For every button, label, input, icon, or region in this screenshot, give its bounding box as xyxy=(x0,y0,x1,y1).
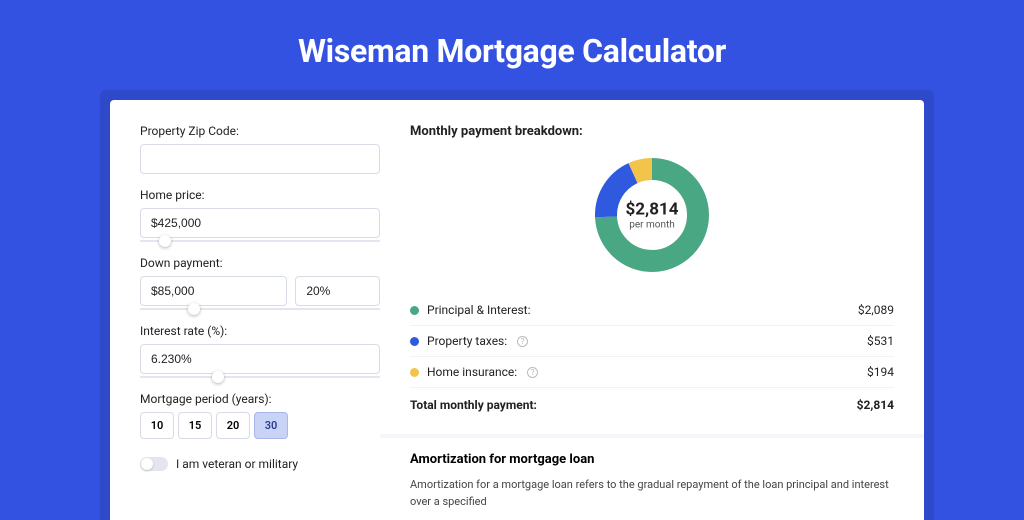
legend-row-taxes: Property taxes: ? $531 xyxy=(410,326,894,357)
toggle-knob-icon xyxy=(141,458,153,470)
down-payment-amount-input[interactable] xyxy=(140,276,287,306)
legend-value: $194 xyxy=(867,365,894,379)
donut-permonth: per month xyxy=(626,220,679,231)
slider-thumb-icon[interactable] xyxy=(159,235,171,247)
legend-row-insurance: Home insurance: ? $194 xyxy=(410,357,894,388)
amortization-section: Amortization for mortgage loan Amortizat… xyxy=(380,434,924,510)
dot-icon xyxy=(410,337,419,346)
veteran-toggle[interactable] xyxy=(140,457,168,471)
dot-icon xyxy=(410,306,419,315)
period-button-10[interactable]: 10 xyxy=(140,412,174,439)
total-label: Total monthly payment: xyxy=(410,398,537,412)
interest-rate-label: Interest rate (%): xyxy=(140,324,380,338)
period-button-30[interactable]: 30 xyxy=(254,412,288,439)
info-icon[interactable]: ? xyxy=(517,336,528,347)
page-title: Wiseman Mortgage Calculator xyxy=(0,32,1024,70)
donut-amount: $2,814 xyxy=(626,200,679,220)
donut-chart: $2,814 per month xyxy=(592,155,712,275)
period-button-15[interactable]: 15 xyxy=(178,412,212,439)
zip-label: Property Zip Code: xyxy=(140,124,380,138)
home-price-label: Home price: xyxy=(140,188,380,202)
down-payment-percent-input[interactable] xyxy=(295,276,380,306)
mortgage-period-label: Mortgage period (years): xyxy=(140,392,380,406)
field-interest-rate: Interest rate (%): xyxy=(140,324,380,378)
amortization-title: Amortization for mortgage loan xyxy=(410,452,894,467)
period-button-20[interactable]: 20 xyxy=(216,412,250,439)
legend-value: $2,089 xyxy=(858,303,894,317)
zip-input[interactable] xyxy=(140,144,380,174)
legend-value: $531 xyxy=(867,334,894,348)
page-header: Wiseman Mortgage Calculator xyxy=(0,0,1024,90)
dot-icon xyxy=(410,368,419,377)
down-payment-label: Down payment: xyxy=(140,256,380,270)
field-mortgage-period: Mortgage period (years): 10 15 20 30 xyxy=(140,392,380,439)
legend-row-total: Total monthly payment: $2,814 xyxy=(410,388,894,420)
veteran-label: I am veteran or military xyxy=(176,457,298,471)
legend-label: Home insurance: xyxy=(427,365,517,379)
field-zip: Property Zip Code: xyxy=(140,124,380,174)
veteran-toggle-row: I am veteran or military xyxy=(140,457,380,471)
interest-rate-slider[interactable] xyxy=(140,376,380,378)
field-down-payment: Down payment: xyxy=(140,256,380,310)
info-icon[interactable]: ? xyxy=(527,367,538,378)
legend-row-principal: Principal & Interest: $2,089 xyxy=(410,295,894,326)
period-button-group: 10 15 20 30 xyxy=(140,412,380,439)
breakdown-column: Monthly payment breakdown: $2,814 per mo… xyxy=(410,124,894,510)
home-price-slider[interactable] xyxy=(140,240,380,242)
donut-center: $2,814 per month xyxy=(626,200,679,231)
calculator-panel: Property Zip Code: Home price: Down paym… xyxy=(110,100,924,520)
breakdown-title: Monthly payment breakdown: xyxy=(410,124,894,139)
field-home-price: Home price: xyxy=(140,188,380,242)
panel-shadow: Property Zip Code: Home price: Down paym… xyxy=(100,90,934,520)
form-column: Property Zip Code: Home price: Down paym… xyxy=(140,124,380,510)
donut-chart-wrapper: $2,814 per month xyxy=(410,155,894,275)
legend-label: Property taxes: xyxy=(427,334,507,348)
amortization-text: Amortization for a mortgage loan refers … xyxy=(410,477,894,510)
home-price-input[interactable] xyxy=(140,208,380,238)
down-payment-slider[interactable] xyxy=(140,308,380,310)
total-value: $2,814 xyxy=(857,398,894,412)
slider-thumb-icon[interactable] xyxy=(212,371,224,383)
interest-rate-input[interactable] xyxy=(140,344,380,374)
slider-thumb-icon[interactable] xyxy=(188,303,200,315)
legend-label: Principal & Interest: xyxy=(427,303,531,317)
